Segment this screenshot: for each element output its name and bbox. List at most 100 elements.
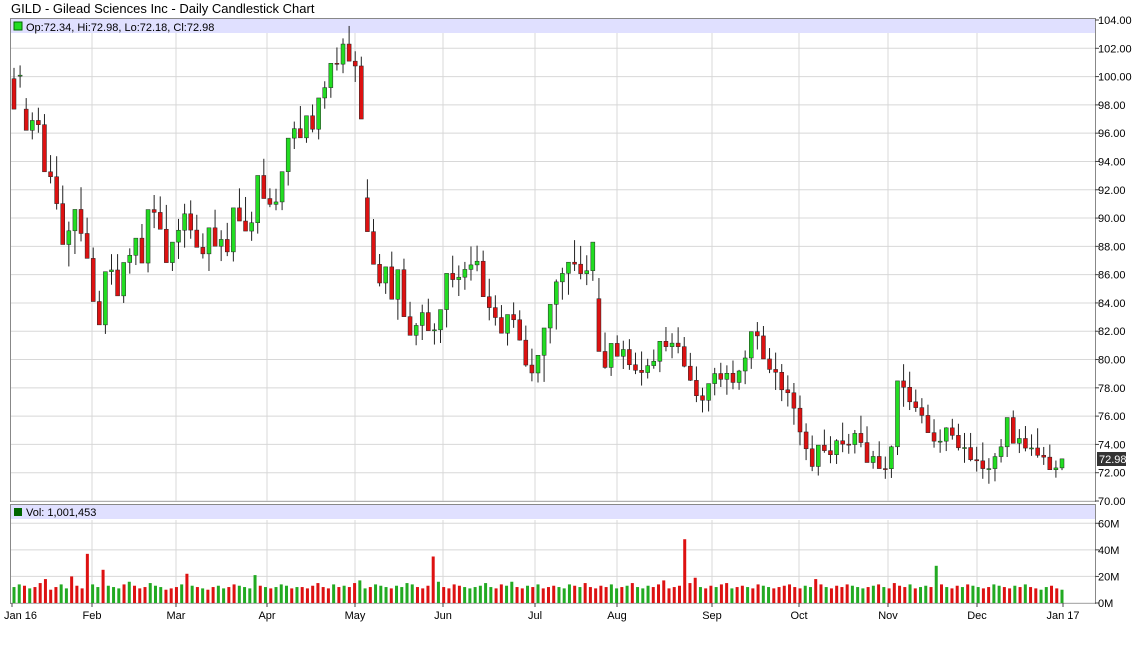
candle-body: [590, 241, 596, 271]
price-tick-label: 104.00: [1098, 15, 1132, 27]
candle-body: [560, 273, 565, 283]
price-axis: 104.00 102.00 100.00 98.00 96.00 94.00 92.00 90…: [1095, 15, 1132, 508]
candle-body: [767, 358, 772, 370]
volume-bar: [17, 584, 21, 603]
volume-bar: [452, 584, 456, 603]
candle-body: [974, 459, 979, 462]
volume-bar: [793, 587, 797, 603]
candle-body: [36, 120, 41, 125]
candle-body: [529, 364, 535, 374]
volume-bar: [316, 583, 320, 603]
candle-body: [791, 392, 797, 409]
candle-body: [480, 260, 486, 297]
candle-body: [541, 327, 547, 356]
volume-bar: [667, 588, 671, 603]
x-tick-label: Nov: [878, 610, 898, 622]
volume-bar: [374, 584, 378, 603]
volume-tick-label: 0M: [1098, 598, 1113, 610]
candle-body: [828, 450, 833, 455]
candle-body: [950, 427, 955, 436]
volume-bar: [70, 576, 74, 603]
volume-bar: [950, 588, 954, 603]
candle-body: [456, 276, 462, 280]
volume-bar: [347, 587, 351, 603]
candle-body: [675, 342, 681, 347]
volume-bar: [594, 588, 598, 603]
volume-bar: [557, 587, 561, 603]
volume-bar: [688, 583, 692, 603]
volume-bar: [960, 587, 964, 603]
price-tick-label: 78.00: [1098, 383, 1126, 395]
candle-body: [72, 209, 78, 232]
ohlc-legend-swatch: [13, 21, 23, 31]
volume-bar: [463, 587, 467, 603]
candle-body: [913, 401, 919, 408]
candle-body: [54, 176, 59, 204]
volume-bar: [28, 588, 32, 603]
volume-bar: [746, 587, 750, 603]
volume-bar: [730, 588, 734, 603]
volume-bar: [997, 585, 1001, 603]
volume-bar: [201, 588, 205, 603]
volume-bar: [33, 587, 37, 603]
volume-bar: [646, 585, 650, 603]
candle-body: [60, 203, 65, 245]
candle-body: [78, 209, 84, 234]
candle-body: [17, 74, 23, 77]
volume-bar: [892, 583, 896, 603]
volume-bar: [232, 584, 236, 603]
volume-bar: [615, 588, 619, 603]
candle-body: [23, 108, 29, 131]
candle-body: [931, 432, 937, 442]
last-price-label: 72.98: [1099, 454, 1127, 466]
price-tick-label: 76.00: [1098, 411, 1126, 423]
volume-bar: [934, 565, 938, 603]
volume-bar: [981, 588, 985, 603]
ohlc-legend: Op:72.34, Hi:72.98, Lo:72.18, Cl:72.98: [26, 22, 214, 34]
volume-bar: [253, 575, 257, 603]
volume-bar: [54, 587, 58, 603]
volume-bar: [216, 585, 220, 603]
candle-body: [1011, 417, 1016, 444]
volume-bar: [1029, 587, 1033, 603]
volume-bar: [803, 585, 807, 603]
candle-body: [243, 220, 248, 232]
volume-bar: [342, 585, 346, 603]
candle-body: [444, 273, 449, 310]
volume-bar: [169, 588, 173, 603]
volume-bar: [552, 585, 556, 603]
candle-body: [346, 43, 352, 62]
volume-bar: [698, 587, 702, 603]
volume-bar: [258, 585, 262, 603]
candle-body: [681, 346, 687, 367]
volume-bar: [714, 587, 718, 603]
candle-body: [651, 360, 657, 366]
candle-body: [365, 197, 370, 232]
candle-body: [645, 365, 650, 373]
candle-body: [883, 468, 888, 470]
volume-bar: [64, 588, 68, 603]
candle-body: [389, 266, 395, 300]
candle-body: [736, 370, 742, 383]
candle-body: [755, 331, 760, 337]
candle-body: [907, 387, 912, 403]
candle-body: [334, 63, 340, 65]
candle-body: [584, 270, 589, 274]
candle: [145, 209, 151, 273]
candle-body: [663, 341, 669, 347]
candle-body: [164, 228, 169, 263]
volume-bar: [106, 585, 110, 603]
volume-bar: [457, 585, 461, 603]
candle-body: [816, 444, 821, 467]
price-tick-label: 72.00: [1098, 468, 1126, 480]
volume-bar: [704, 588, 708, 603]
volume-bar: [112, 587, 116, 603]
candle-body: [980, 460, 986, 469]
volume-bar: [80, 588, 84, 603]
volume-bar: [829, 588, 833, 603]
candle-body: [273, 201, 279, 205]
volume-bar: [96, 587, 100, 603]
volume-bar: [651, 587, 655, 603]
candle-body: [90, 258, 96, 302]
candle-body: [535, 355, 541, 374]
